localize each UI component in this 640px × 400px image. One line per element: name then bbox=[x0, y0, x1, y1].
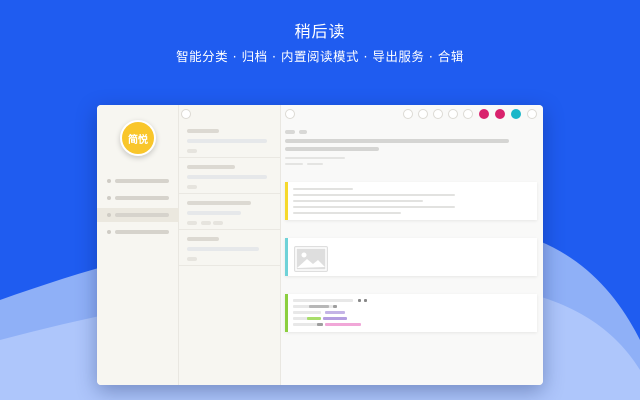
close-button[interactable] bbox=[527, 109, 537, 119]
back-button[interactable] bbox=[285, 109, 295, 119]
sidebar-item-4[interactable] bbox=[97, 225, 179, 239]
toolbar-button[interactable] bbox=[448, 109, 458, 119]
app-window: 简悦 bbox=[97, 105, 543, 385]
sidebar-item-3[interactable] bbox=[97, 208, 179, 222]
theme-teal-button[interactable] bbox=[511, 109, 521, 119]
logo-label: 简悦 bbox=[128, 134, 148, 146]
theme-pink-button[interactable] bbox=[495, 109, 505, 119]
list-toggle-icon[interactable] bbox=[181, 109, 191, 119]
list-item[interactable] bbox=[179, 230, 280, 266]
toolbar-button[interactable] bbox=[418, 109, 428, 119]
logo-icon[interactable]: 简悦 bbox=[120, 120, 156, 156]
bullet-icon bbox=[107, 230, 111, 234]
sidebar: 简悦 bbox=[97, 105, 179, 385]
image-card bbox=[285, 238, 537, 276]
text-block-card bbox=[285, 182, 537, 220]
article-list bbox=[179, 105, 281, 385]
hero-title: 稍后读 bbox=[294, 22, 346, 41]
hero-subtitle: 智能分类 · 归档 · 内置阅读模式 · 导出服务 · 合辑 bbox=[176, 49, 464, 64]
reader-panel bbox=[281, 105, 543, 385]
image-icon bbox=[294, 246, 328, 272]
sidebar-item-2[interactable] bbox=[97, 191, 179, 205]
toolbar-button[interactable] bbox=[403, 109, 413, 119]
list-item[interactable] bbox=[179, 194, 280, 230]
bullet-icon bbox=[107, 179, 111, 183]
bullet-icon bbox=[107, 196, 111, 200]
bullet-icon bbox=[107, 213, 111, 217]
list-item[interactable] bbox=[179, 158, 280, 194]
toolbar-button[interactable] bbox=[463, 109, 473, 119]
list-item[interactable] bbox=[179, 122, 280, 158]
theme-pink-button[interactable] bbox=[479, 109, 489, 119]
sidebar-item-1[interactable] bbox=[97, 174, 179, 188]
toolbar-button[interactable] bbox=[433, 109, 443, 119]
code-block-card bbox=[285, 294, 537, 332]
